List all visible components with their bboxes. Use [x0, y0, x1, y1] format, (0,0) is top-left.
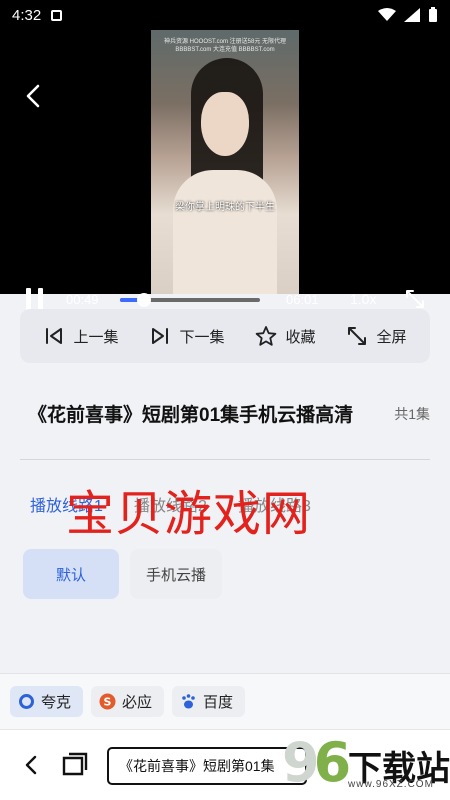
- engine-bing[interactable]: S 必应: [91, 686, 165, 717]
- video-watermark-line1: 神兵资源 HOOOST.com 注册送58元 无限代理: [163, 39, 286, 45]
- engine-quark[interactable]: 夸克: [10, 686, 84, 717]
- progress-slider[interactable]: [120, 293, 260, 307]
- battery-icon: [429, 7, 437, 22]
- logo-sub: www.96XZ.COM: [348, 779, 434, 790]
- divider: [20, 459, 430, 460]
- favorite-button[interactable]: 收藏: [255, 325, 316, 347]
- nav-back-icon[interactable]: [20, 754, 42, 776]
- quark-icon: [18, 693, 35, 710]
- total-time: 06:01: [286, 292, 319, 307]
- fullscreen-icon: [348, 327, 367, 345]
- status-time: 4:32: [12, 6, 42, 24]
- address-bar[interactable]: 《花前喜事》短剧第01集: [107, 747, 307, 785]
- logo-digits: 96: [282, 731, 351, 794]
- bottom-nav: 《花前喜事》短剧第01集 96 下载站 www.96XZ.COM: [0, 729, 450, 800]
- fullscreen-label: 全屏: [376, 328, 407, 346]
- video-player[interactable]: 神兵资源 HOOOST.com 注册送58元 无限代理 BBBBST.com 大…: [0, 30, 450, 310]
- engine-baidu[interactable]: 百度: [172, 686, 246, 717]
- engine-quark-label: 夸克: [41, 694, 72, 711]
- search-engine-bar: 夸克 S 必应 百度: [0, 673, 450, 729]
- video-subtitle: 梁你掌上明珠的下半生: [175, 202, 275, 213]
- signal-icon: [404, 8, 420, 22]
- bing-icon: S: [99, 693, 116, 710]
- episode-title: 《花前喜事》短剧第01集手机云播高清: [28, 405, 354, 426]
- site-logo: 96 下载站 www.96XZ.COM: [282, 731, 450, 797]
- expand-icon[interactable]: [404, 288, 426, 310]
- tabs-icon[interactable]: [60, 752, 88, 778]
- pause-icon[interactable]: [25, 288, 45, 310]
- back-icon[interactable]: [20, 82, 48, 110]
- fullscreen-button[interactable]: 全屏: [346, 325, 407, 347]
- video-watermark: 神兵资源 HOOOST.com 注册送58元 无限代理 BBBBST.com 大…: [151, 38, 299, 54]
- episode-count: 共1集: [394, 405, 430, 422]
- source-default-button[interactable]: 默认: [23, 549, 119, 599]
- source-mobile-cloud-button[interactable]: 手机云播: [130, 549, 222, 599]
- progress-thumb[interactable]: [136, 293, 151, 307]
- speed-button[interactable]: 1.0x: [350, 291, 376, 307]
- wifi-icon: [378, 8, 396, 21]
- current-time: 00:49: [66, 292, 99, 307]
- video-figure-robe: [173, 170, 277, 294]
- action-bar: 上一集 下一集 收藏 全屏: [20, 309, 430, 363]
- notification-icon: [51, 9, 63, 21]
- engine-bing-label: 必应: [122, 694, 153, 711]
- site-watermark: 宝贝游戏网: [66, 486, 312, 542]
- svg-text:S: S: [104, 696, 112, 709]
- favorite-label: 收藏: [285, 328, 316, 346]
- status-icons: [378, 7, 438, 23]
- baidu-paw-icon: [180, 693, 197, 710]
- episode-header: 《花前喜事》短剧第01集手机云播高清 共1集: [28, 400, 430, 427]
- engine-baidu-label: 百度: [203, 694, 234, 711]
- prev-episode-button[interactable]: 上一集: [43, 325, 119, 347]
- skip-next-icon: [152, 328, 169, 344]
- next-episode-label: 下一集: [179, 328, 225, 346]
- skip-previous-icon: [46, 328, 63, 344]
- status-bar: 4:32: [0, 0, 450, 30]
- star-icon: [256, 326, 277, 346]
- prev-episode-label: 上一集: [73, 328, 119, 346]
- next-episode-button[interactable]: 下一集: [149, 325, 225, 347]
- video-watermark-line2: BBBBST.com 大连充值 BBBBST.com: [175, 47, 275, 53]
- video-figure-face: [201, 92, 249, 156]
- video-frame: 神兵资源 HOOOST.com 注册送58元 无限代理 BBBBST.com 大…: [151, 30, 299, 294]
